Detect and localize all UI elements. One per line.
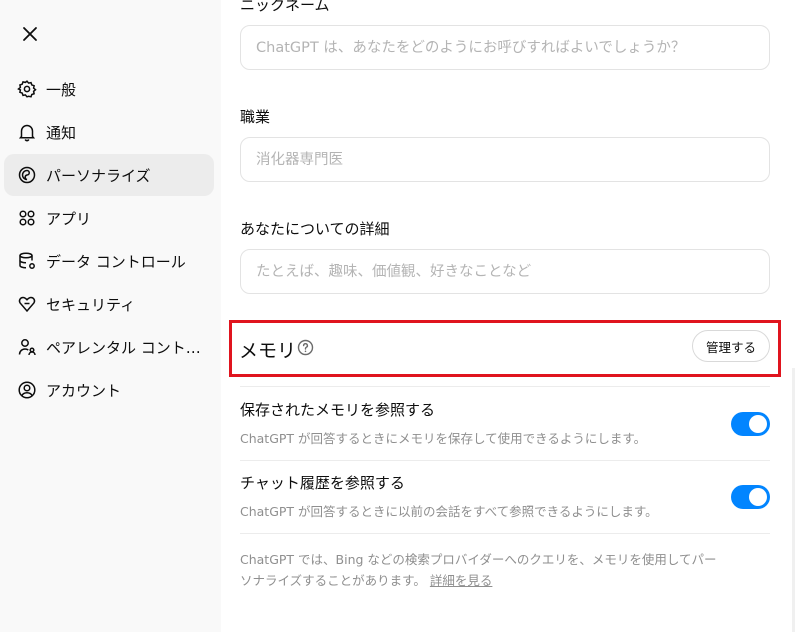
- personalize-icon: [17, 165, 37, 185]
- nav-item-parental-controls[interactable]: ペアレンタル コントロール: [4, 326, 214, 368]
- nav-label: 通知: [46, 123, 77, 142]
- database-gear-icon: [17, 251, 37, 271]
- occupation-input[interactable]: [240, 137, 770, 182]
- apps-grid-icon: [17, 208, 37, 228]
- nav-item-account[interactable]: アカウント: [4, 369, 214, 411]
- chat-history-title: チャット履歴を参照する: [240, 474, 405, 492]
- gear-icon: [17, 79, 37, 99]
- nav-label: ペアレンタル コントロール: [46, 338, 206, 357]
- nav-label: アプリ: [46, 209, 92, 228]
- bell-icon: [17, 122, 37, 142]
- settings-sidebar: 一般 通知 パーソナライズ アプリ データ コントロール セキュリティ ペアレン…: [0, 0, 221, 632]
- memory-title: メモリ: [239, 340, 297, 362]
- chat-history-toggle[interactable]: [731, 485, 770, 509]
- nickname-input[interactable]: [240, 25, 770, 70]
- occupation-label: 職業: [240, 108, 271, 126]
- nav-label: 一般: [46, 80, 77, 99]
- nav-item-apps[interactable]: アプリ: [4, 197, 214, 239]
- close-icon: [23, 27, 37, 41]
- saved-memory-toggle[interactable]: [731, 412, 770, 436]
- memory-footnote: ChatGPT では、Bing などの検索プロバイダーへのクエリを、メモリを使用…: [240, 549, 720, 591]
- divider: [240, 460, 770, 461]
- manage-memory-button[interactable]: 管理する: [692, 330, 770, 362]
- chat-history-desc: ChatGPT が回答するときに以前の会話をすべて参照できるようにします。: [240, 504, 658, 519]
- divider: [240, 386, 770, 387]
- divider: [240, 533, 770, 534]
- nav-label: パーソナライズ: [46, 166, 151, 185]
- learn-more-link[interactable]: 詳細を見る: [430, 573, 493, 588]
- personalize-panel: ニックネーム 職業 あなたについての詳細 メモリ 管理する 保存されたメモリを参…: [221, 0, 795, 632]
- about-input[interactable]: [240, 249, 770, 294]
- nav-item-general[interactable]: 一般: [4, 68, 214, 110]
- nav-label: セキュリティ: [46, 295, 136, 314]
- settings-nav: 一般 通知 パーソナライズ アプリ データ コントロール セキュリティ ペアレン…: [4, 68, 214, 412]
- nickname-label: ニックネーム: [240, 0, 330, 14]
- about-label: あなたについての詳細: [240, 220, 390, 238]
- toggle-knob: [749, 415, 767, 433]
- nav-item-personalize[interactable]: パーソナライズ: [4, 154, 214, 196]
- saved-memory-desc: ChatGPT が回答するときにメモリを保存して使用できるようにします。: [240, 431, 647, 446]
- nav-label: アカウント: [46, 381, 122, 400]
- nav-item-data-controls[interactable]: データ コントロール: [4, 240, 214, 282]
- account-icon: [17, 380, 37, 400]
- saved-memory-title: 保存されたメモリを参照する: [240, 401, 436, 419]
- parental-icon: [17, 337, 37, 357]
- shield-icon: [17, 294, 37, 314]
- help-circle-icon[interactable]: [297, 339, 314, 356]
- nav-item-security[interactable]: セキュリティ: [4, 283, 214, 325]
- close-button[interactable]: [16, 20, 44, 48]
- nav-item-notifications[interactable]: 通知: [4, 111, 214, 153]
- nav-label: データ コントロール: [46, 252, 186, 271]
- toggle-knob: [749, 488, 767, 506]
